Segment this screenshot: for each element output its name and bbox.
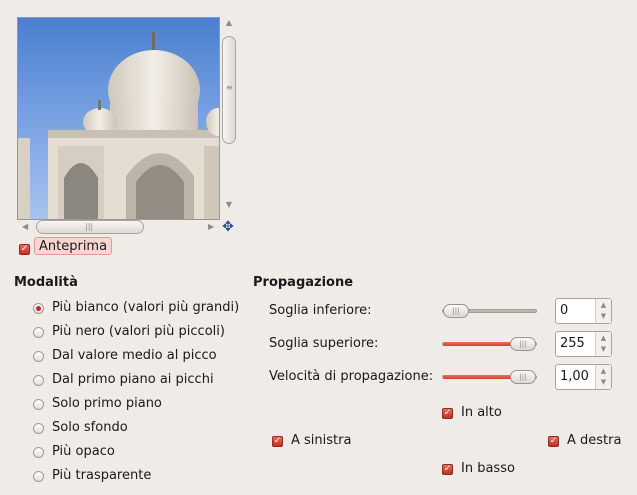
spin-buttons[interactable]: ▲ ▼ [595,365,611,389]
slider-thumb[interactable]: ||| [443,304,469,318]
direction-left-checkbox[interactable] [272,436,283,447]
spin-buttons[interactable]: ▲ ▼ [595,332,611,356]
preview-label[interactable]: Anteprima [34,237,113,255]
preview-horizontal-scrollbar[interactable]: ◀ ||| ▶ [22,220,218,234]
grip-icon: ≡ [226,83,233,92]
scroll-left-arrow-icon[interactable]: ◀ [22,220,28,234]
mode-option-label[interactable]: Più bianco (valori più grandi) [52,300,239,315]
direction-bottom-label[interactable]: In basso [461,461,515,476]
mode-option-label[interactable]: Solo primo piano [52,396,162,411]
upper-threshold-label: Soglia superiore: [269,336,379,351]
propagation-heading: Propagazione [253,275,354,290]
mode-option-label[interactable]: Più nero (valori più piccoli) [52,324,225,339]
spin-value[interactable]: 1,00 [560,369,589,384]
slider-thumb[interactable]: ||| [510,337,536,351]
mode-heading: Modalità [14,275,78,290]
mode-option-label[interactable]: Dal valore medio al picco [52,348,217,363]
mode-radio-0[interactable] [33,303,44,314]
mode-radio-3[interactable] [33,375,44,386]
scroll-up-arrow-icon[interactable]: ▲ [222,18,236,27]
mode-radio-6[interactable] [33,447,44,458]
spin-up-icon[interactable]: ▲ [596,301,611,309]
vertical-scroll-track[interactable]: ≡ [222,36,236,198]
direction-bottom-checkbox[interactable] [442,464,453,475]
horizontal-scroll-track[interactable]: ||| [36,220,202,234]
mode-radio-2[interactable] [33,351,44,362]
mode-option-label[interactable]: Solo sfondo [52,420,128,435]
preview-image [17,17,220,220]
spin-up-icon[interactable]: ▲ [596,334,611,342]
upper-threshold-slider[interactable]: ||| [442,337,537,351]
preview-vertical-scrollbar[interactable]: ▲ ≡ ▼ [222,18,236,212]
mode-option-label[interactable]: Più opaco [52,444,115,459]
navigate-move-icon[interactable]: ✥ [221,220,235,234]
spin-up-icon[interactable]: ▲ [596,367,611,375]
horizontal-scroll-thumb[interactable]: ||| [36,220,144,234]
lower-threshold-slider[interactable]: ||| [442,304,537,318]
mode-radio-4[interactable] [33,399,44,410]
scroll-right-arrow-icon[interactable]: ▶ [208,220,214,234]
propagation-rate-spinbutton[interactable]: 1,00 ▲ ▼ [555,364,612,390]
taj-mahal-image [18,32,219,219]
direction-right-label[interactable]: A destra [567,433,621,448]
spin-down-icon[interactable]: ▼ [596,378,611,386]
grip-icon: ||| [85,222,94,231]
direction-top-label[interactable]: In alto [461,405,502,420]
preview-checkbox[interactable] [19,244,30,255]
scroll-down-arrow-icon[interactable]: ▼ [222,200,236,209]
mode-option-label[interactable]: Dal primo piano ai picchi [52,372,214,387]
spin-down-icon[interactable]: ▼ [596,312,611,320]
mode-option-label[interactable]: Più trasparente [52,468,151,483]
mode-radio-1[interactable] [33,327,44,338]
mode-radio-5[interactable] [33,423,44,434]
propagation-rate-label: Velocità di propagazione: [269,369,434,384]
propagation-rate-slider[interactable]: ||| [442,370,537,384]
spin-buttons[interactable]: ▲ ▼ [595,299,611,323]
direction-left-label[interactable]: A sinistra [291,433,351,448]
direction-top-checkbox[interactable] [442,408,453,419]
spin-value[interactable]: 0 [560,303,568,318]
lower-threshold-spinbutton[interactable]: 0 ▲ ▼ [555,298,612,324]
mode-radio-7[interactable] [33,471,44,482]
spin-down-icon[interactable]: ▼ [596,345,611,353]
direction-right-checkbox[interactable] [548,436,559,447]
vertical-scroll-thumb[interactable]: ≡ [222,36,236,144]
upper-threshold-spinbutton[interactable]: 255 ▲ ▼ [555,331,612,357]
spin-value[interactable]: 255 [560,336,585,351]
lower-threshold-label: Soglia inferiore: [269,303,372,318]
slider-thumb[interactable]: ||| [510,370,536,384]
